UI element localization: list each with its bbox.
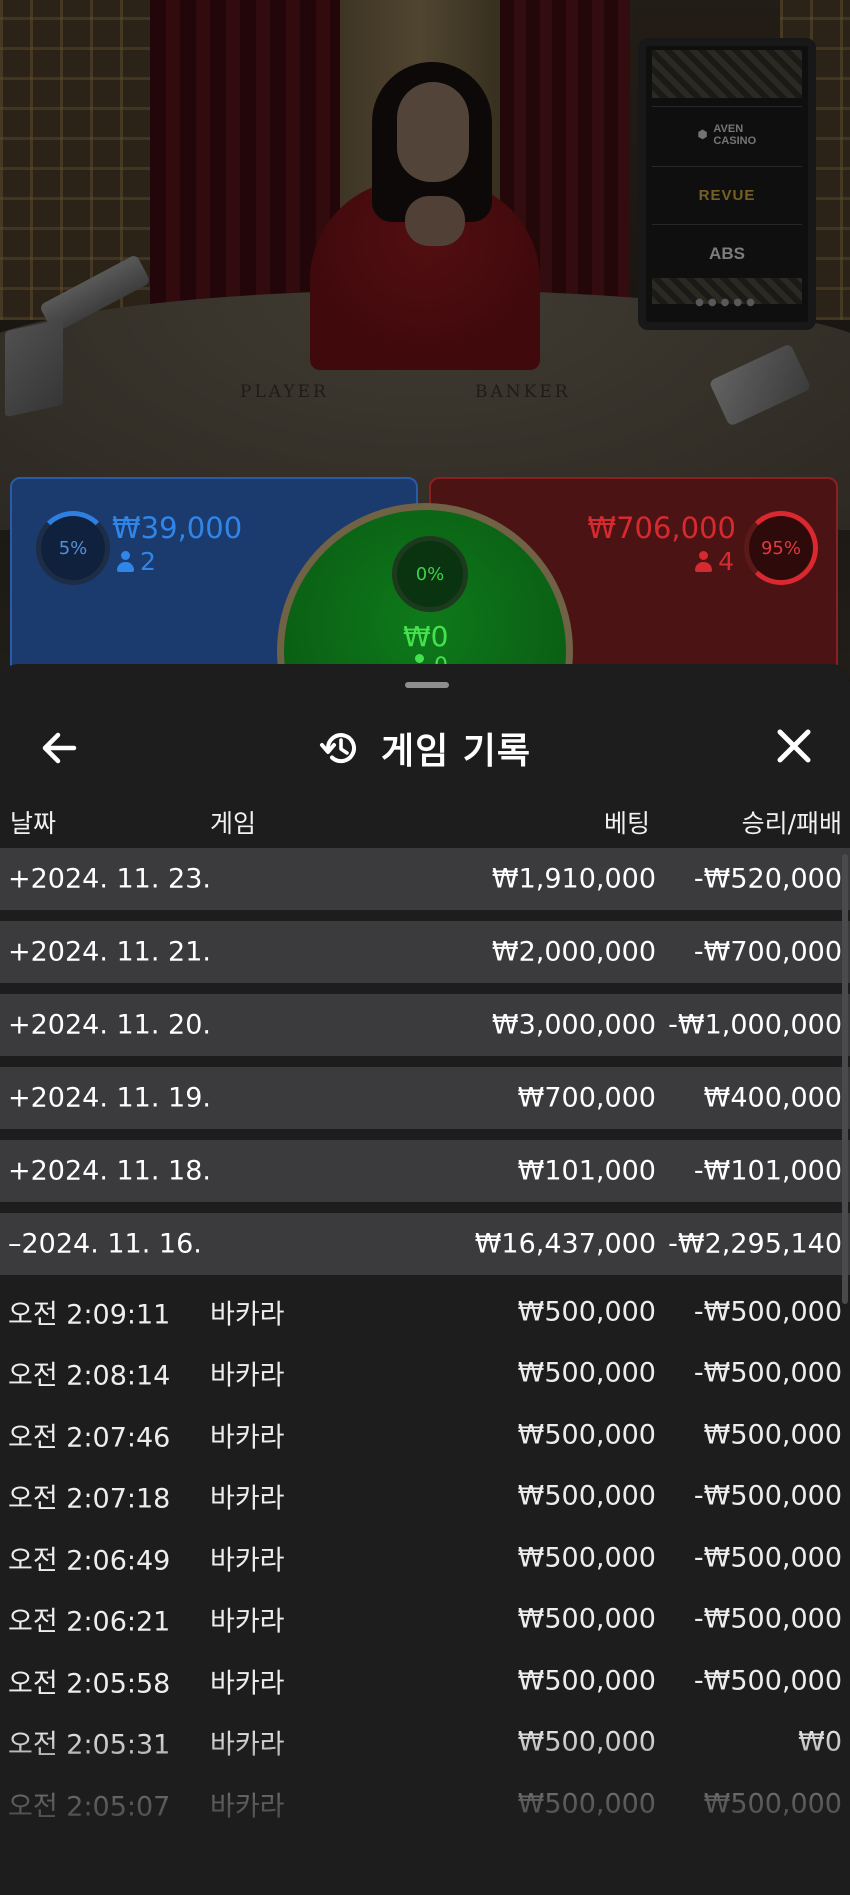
sheet-drag-handle[interactable]	[405, 682, 449, 688]
game-time: 오전 2:09:11	[8, 1299, 171, 1331]
game-row[interactable]: 오전 2:09:11 바카라 ₩500,000 -₩500,000	[0, 1281, 850, 1343]
day-result: ₩400,000	[703, 1082, 842, 1114]
game-bet: ₩500,000	[517, 1542, 656, 1574]
game-name: 바카라	[210, 1729, 285, 1761]
game-name: 바카라	[210, 1299, 285, 1331]
game-time: 오전 2:06:49	[8, 1545, 171, 1577]
day-bet: ₩16,437,000	[474, 1228, 656, 1260]
game-time: 오전 2:05:31	[8, 1729, 171, 1761]
game-result: ₩0	[798, 1726, 842, 1758]
game-row[interactable]: 오전 2:05:58 바카라 ₩500,000 -₩500,000	[0, 1650, 850, 1712]
game-name: 바카라	[210, 1606, 285, 1638]
banker-percent-ring: 95%	[744, 511, 818, 585]
person-icon	[116, 550, 134, 573]
day-row[interactable]: +2024. 11. 20. ₩3,000,000 -₩1,000,000	[0, 994, 850, 1056]
sheet-title: 게임 기록	[380, 731, 531, 772]
close-icon	[777, 729, 811, 763]
day-row[interactable]: +2024. 11. 18. ₩101,000 -₩101,000	[0, 1140, 850, 1202]
day-date: +2024. 11. 23.	[8, 863, 211, 895]
game-time: 오전 2:07:46	[8, 1422, 171, 1454]
day-date: +2024. 11. 18.	[8, 1155, 211, 1187]
column-header-date: 날짜	[10, 809, 57, 838]
game-row[interactable]: 오전 2:06:49 바카라 ₩500,000 -₩500,000	[0, 1527, 850, 1589]
player-percent-ring: 5%	[36, 511, 110, 585]
game-result: ₩500,000	[703, 1419, 842, 1451]
game-row[interactable]: 오전 2:05:31 바카라 ₩500,000 ₩0	[0, 1712, 850, 1774]
game-bet: ₩500,000	[517, 1726, 656, 1758]
game-bet: ₩500,000	[517, 1788, 656, 1820]
day-result: -₩520,000	[693, 863, 842, 895]
game-name: 바카라	[210, 1545, 285, 1577]
history-scrollbar[interactable]	[842, 854, 848, 1304]
day-date: +2024. 11. 20.	[8, 1009, 211, 1041]
game-time: 오전 2:05:07	[8, 1791, 171, 1823]
game-name: 바카라	[210, 1483, 285, 1515]
game-time: 오전 2:06:21	[8, 1606, 171, 1638]
day-row[interactable]: +2024. 11. 23. ₩1,910,000 -₩520,000	[0, 848, 850, 910]
day-bet: ₩3,000,000	[491, 1009, 656, 1041]
game-bet: ₩500,000	[517, 1296, 656, 1328]
game-result: -₩500,000	[693, 1665, 842, 1697]
game-row[interactable]: 오전 2:06:21 바카라 ₩500,000 -₩500,000	[0, 1589, 850, 1651]
game-name: 바카라	[210, 1668, 285, 1700]
history-list: +2024. 11. 23. ₩1,910,000 -₩520,000 +202…	[0, 848, 850, 1835]
day-row[interactable]: +2024. 11. 19. ₩700,000 ₩400,000	[0, 1067, 850, 1129]
day-result: -₩700,000	[693, 936, 842, 968]
game-row[interactable]: 오전 2:05:07 바카라 ₩500,000 ₩500,000	[0, 1773, 850, 1835]
game-result: -₩500,000	[693, 1296, 842, 1328]
game-result: ₩500,000	[703, 1788, 842, 1820]
day-bet: ₩700,000	[517, 1082, 656, 1114]
day-result: -₩1,000,000	[668, 1009, 842, 1041]
tie-total-bet: ₩0	[403, 620, 449, 653]
day-date: +2024. 11. 19.	[8, 1082, 211, 1114]
banker-bettor-count: 4	[718, 547, 734, 576]
game-bet: ₩500,000	[517, 1419, 656, 1451]
day-row-expanded[interactable]: –2024. 11. 16. ₩16,437,000 -₩2,295,140	[0, 1213, 850, 1275]
history-icon	[319, 733, 356, 764]
sheet-header: 게임 기록	[0, 704, 850, 788]
game-row[interactable]: 오전 2:07:18 바카라 ₩500,000 -₩500,000	[0, 1466, 850, 1528]
game-result: -₩500,000	[693, 1480, 842, 1512]
game-name: 바카라	[210, 1422, 285, 1454]
game-bet: ₩500,000	[517, 1665, 656, 1697]
game-bet: ₩500,000	[517, 1357, 656, 1389]
banker-bettors: 4	[694, 547, 734, 576]
tie-percent: 0%	[415, 563, 445, 585]
player-bettors: 2	[116, 547, 156, 576]
player-total-bet: ₩39,000	[112, 511, 243, 545]
column-header-bet: 베팅	[603, 809, 650, 838]
game-result: -₩500,000	[693, 1357, 842, 1389]
person-icon	[694, 550, 713, 573]
game-name: 바카라	[210, 1791, 285, 1823]
game-result: -₩500,000	[693, 1542, 842, 1574]
game-time: 오전 2:05:58	[8, 1668, 171, 1700]
column-header-win-loss: 승리/패배	[741, 809, 842, 838]
day-date: +2024. 11. 21.	[8, 936, 211, 968]
player-percent: 5%	[58, 537, 88, 559]
day-bet: ₩2,000,000	[491, 936, 656, 968]
game-result: -₩500,000	[693, 1603, 842, 1635]
day-date: –2024. 11. 16.	[8, 1228, 202, 1260]
game-bet: ₩500,000	[517, 1603, 656, 1635]
game-history-sheet: 게임 기록 날짜 게임 베팅 승리/패배 +2024. 11. 23. ₩1,9…	[0, 664, 850, 1895]
game-bet: ₩500,000	[517, 1480, 656, 1512]
player-bettor-count: 2	[140, 547, 156, 576]
day-row[interactable]: +2024. 11. 21. ₩2,000,000 -₩700,000	[0, 921, 850, 983]
column-header-game: 게임	[210, 809, 257, 838]
banker-percent: 95%	[760, 537, 801, 559]
tie-percent-ring: 0%	[392, 536, 468, 612]
close-button[interactable]	[768, 720, 820, 772]
game-name: 바카라	[210, 1360, 285, 1392]
banker-total-bet: ₩706,000	[587, 511, 736, 545]
day-bet: ₩101,000	[517, 1155, 656, 1187]
game-row[interactable]: 오전 2:08:14 바카라 ₩500,000 -₩500,000	[0, 1343, 850, 1405]
game-row[interactable]: 오전 2:07:46 바카라 ₩500,000 ₩500,000	[0, 1404, 850, 1466]
day-result: -₩2,295,140	[668, 1228, 842, 1260]
day-bet: ₩1,910,000	[491, 863, 656, 895]
sheet-title-group: 게임 기록	[0, 722, 850, 774]
day-result: -₩101,000	[693, 1155, 842, 1187]
game-time: 오전 2:08:14	[8, 1360, 171, 1392]
game-time: 오전 2:07:18	[8, 1483, 171, 1515]
